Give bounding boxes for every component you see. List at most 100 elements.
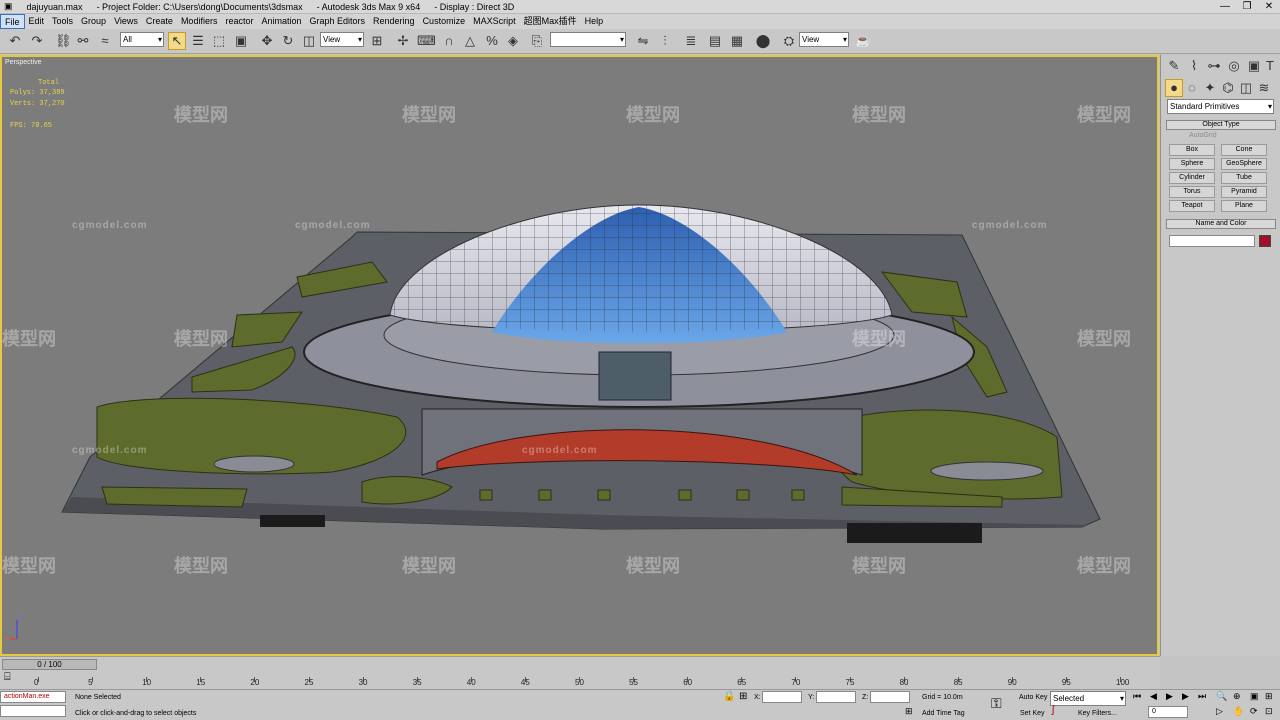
sphere-button[interactable]: Sphere — [1169, 158, 1215, 170]
menu-reactor[interactable]: reactor — [221, 14, 257, 29]
spinner-snap-icon[interactable]: ◈ — [504, 32, 522, 50]
percent-snap-icon[interactable]: % — [483, 32, 501, 50]
schematic-view-icon[interactable]: ▦ — [728, 32, 746, 50]
selection-filter-dropdown[interactable]: All — [120, 32, 164, 47]
autogrid-checkbox[interactable]: AutoGrid — [1189, 132, 1217, 139]
auto-key-button[interactable]: Auto Key — [1019, 694, 1047, 701]
motion-tab-icon[interactable]: ◎ — [1225, 57, 1243, 75]
maximize-viewport-icon[interactable]: ⊡ — [1265, 706, 1273, 717]
pyramid-button[interactable]: Pyramid — [1221, 186, 1267, 198]
teapot-button[interactable]: Teapot — [1169, 200, 1215, 212]
object-category-dropdown[interactable]: Standard Primitives — [1167, 99, 1274, 114]
edit-named-selection-icon[interactable]: ⎘ — [528, 32, 546, 50]
menu-modifiers[interactable]: Modifiers — [177, 14, 222, 29]
keyboard-shortcut-icon[interactable]: ⌨ — [416, 32, 436, 50]
undo-icon[interactable]: ↶ — [6, 32, 24, 50]
space-warps-icon[interactable]: ≋ — [1255, 79, 1273, 97]
link-icon[interactable]: ⛓ — [54, 32, 72, 50]
material-editor-icon[interactable]: ⬤ — [754, 32, 772, 50]
render-type-dropdown[interactable]: View — [799, 32, 849, 47]
modify-tab-icon[interactable]: ⌇ — [1185, 57, 1203, 75]
reference-coordinate-dropdown[interactable]: View — [320, 32, 364, 47]
menu-file[interactable]: File — [0, 14, 25, 29]
pivot-center-icon[interactable]: ⊞ — [368, 32, 386, 50]
menu-customize[interactable]: Customize — [419, 14, 470, 29]
previous-frame-icon[interactable]: ◀ — [1150, 691, 1157, 702]
geometry-icon[interactable]: ● — [1165, 79, 1183, 97]
go-to-end-icon[interactable]: ⏭ — [1198, 691, 1206, 702]
mirror-icon[interactable]: ⇋ — [634, 32, 652, 50]
orbit-icon[interactable]: ⟳ — [1250, 706, 1258, 717]
maxscript-listener[interactable]: actionMan.exe — [0, 691, 66, 703]
object-type-rollout[interactable]: Object Type — [1166, 120, 1276, 130]
menu-plugin[interactable]: 超图Max插件 — [520, 14, 581, 29]
lock-selection-icon[interactable]: 🔒 — [723, 691, 735, 702]
z-coord-field[interactable] — [870, 691, 910, 703]
set-key-button[interactable]: Set Key — [1020, 710, 1045, 717]
menu-animation[interactable]: Animation — [257, 14, 305, 29]
menu-views[interactable]: Views — [110, 14, 142, 29]
current-frame-field[interactable]: 0 — [1148, 706, 1188, 718]
close-button[interactable]: ✕ — [1258, 1, 1280, 12]
menu-tools[interactable]: Tools — [48, 14, 77, 29]
cylinder-button[interactable]: Cylinder — [1169, 172, 1215, 184]
absolute-mode-icon[interactable]: ⊞ — [739, 691, 747, 702]
key-mode-dropdown[interactable]: Selected — [1050, 691, 1126, 706]
perspective-viewport[interactable]: Perspective Total Polys: 37,389 Verts: 3… — [0, 55, 1159, 656]
x-coord-field[interactable] — [762, 691, 802, 703]
quick-render-icon[interactable]: ☕ — [854, 32, 872, 50]
bind-space-warp-icon[interactable]: ≈ — [96, 32, 114, 50]
window-crossing-icon[interactable]: ▣ — [232, 32, 250, 50]
y-coord-field[interactable] — [816, 691, 856, 703]
snap-toggle-icon[interactable]: ∩ — [440, 32, 458, 50]
next-frame-icon[interactable]: ▶ — [1182, 691, 1189, 702]
tube-button[interactable]: Tube — [1221, 172, 1267, 184]
curve-editor-icon[interactable]: ▤ — [706, 32, 724, 50]
zoom-extents-icon[interactable]: ▣ — [1250, 691, 1259, 702]
geosphere-button[interactable]: GeoSphere — [1221, 158, 1267, 170]
menu-rendering[interactable]: Rendering — [369, 14, 419, 29]
cameras-icon[interactable]: ⌬ — [1219, 79, 1237, 97]
named-selection-dropdown[interactable] — [550, 32, 626, 47]
helpers-icon[interactable]: ◫ — [1237, 79, 1255, 97]
field-of-view-icon[interactable]: ▷ — [1216, 706, 1223, 717]
lights-icon[interactable]: ✦ — [1201, 79, 1219, 97]
zoom-icon[interactable]: 🔍 — [1216, 691, 1227, 702]
menu-edit[interactable]: Edit — [25, 14, 49, 29]
menu-help[interactable]: Help — [581, 14, 608, 29]
rectangular-selection-icon[interactable]: ⬚ — [210, 32, 228, 50]
name-color-rollout[interactable]: Name and Color — [1166, 219, 1276, 229]
go-to-start-icon[interactable]: ⏮ — [1133, 691, 1141, 702]
redo-icon[interactable]: ↷ — [28, 32, 46, 50]
time-tag-icon[interactable]: ⊞ — [905, 706, 913, 717]
menu-create[interactable]: Create — [142, 14, 177, 29]
zoom-all-icon[interactable]: ⊕ — [1233, 691, 1241, 702]
default-tangent-icon[interactable]: ʃ — [1052, 705, 1054, 716]
timeline[interactable]: 0 / 100 ⌸ 0 5 10 15 20 25 30 35 40 45 50 55 60 65 70 75… — [0, 656, 1160, 690]
object-color-swatch[interactable] — [1259, 235, 1271, 247]
shapes-icon[interactable]: ◌ — [1183, 79, 1201, 97]
box-button[interactable]: Box — [1169, 144, 1215, 156]
torus-button[interactable]: Torus — [1169, 186, 1215, 198]
render-setup-icon[interactable]: ⛭ — [780, 32, 798, 50]
plane-button[interactable]: Plane — [1221, 200, 1267, 212]
align-icon[interactable]: ⫶ — [656, 32, 674, 50]
select-object-icon[interactable]: ↖ — [168, 32, 186, 50]
unlink-icon[interactable]: ⚯ — [74, 32, 92, 50]
maximize-button[interactable]: ❐ — [1236, 1, 1258, 12]
create-tab-icon[interactable]: ✎ — [1165, 57, 1183, 75]
layer-manager-icon[interactable]: ≣ — [682, 32, 700, 50]
hierarchy-tab-icon[interactable]: ⊶ — [1205, 57, 1223, 75]
zoom-extents-all-icon[interactable]: ⊞ — [1265, 691, 1273, 702]
angle-snap-icon[interactable]: △ — [461, 32, 479, 50]
timeline-ruler[interactable]: 0 5 10 15 20 25 30 35 40 45 50 55 60 65 70 75 80 85 90 95 10… — [0, 657, 1160, 691]
minimize-button[interactable]: — — [1214, 1, 1236, 12]
move-icon[interactable]: ✥ — [258, 32, 276, 50]
add-time-tag-button[interactable]: Add Time Tag — [922, 710, 965, 717]
select-by-name-icon[interactable]: ☰ — [189, 32, 207, 50]
pan-icon[interactable]: ✋ — [1233, 706, 1244, 717]
key-filters-button[interactable]: Key Filters... — [1078, 710, 1117, 717]
menu-graph-editors[interactable]: Graph Editors — [306, 14, 370, 29]
rotate-icon[interactable]: ↻ — [279, 32, 297, 50]
maxscript-input[interactable] — [0, 705, 66, 717]
